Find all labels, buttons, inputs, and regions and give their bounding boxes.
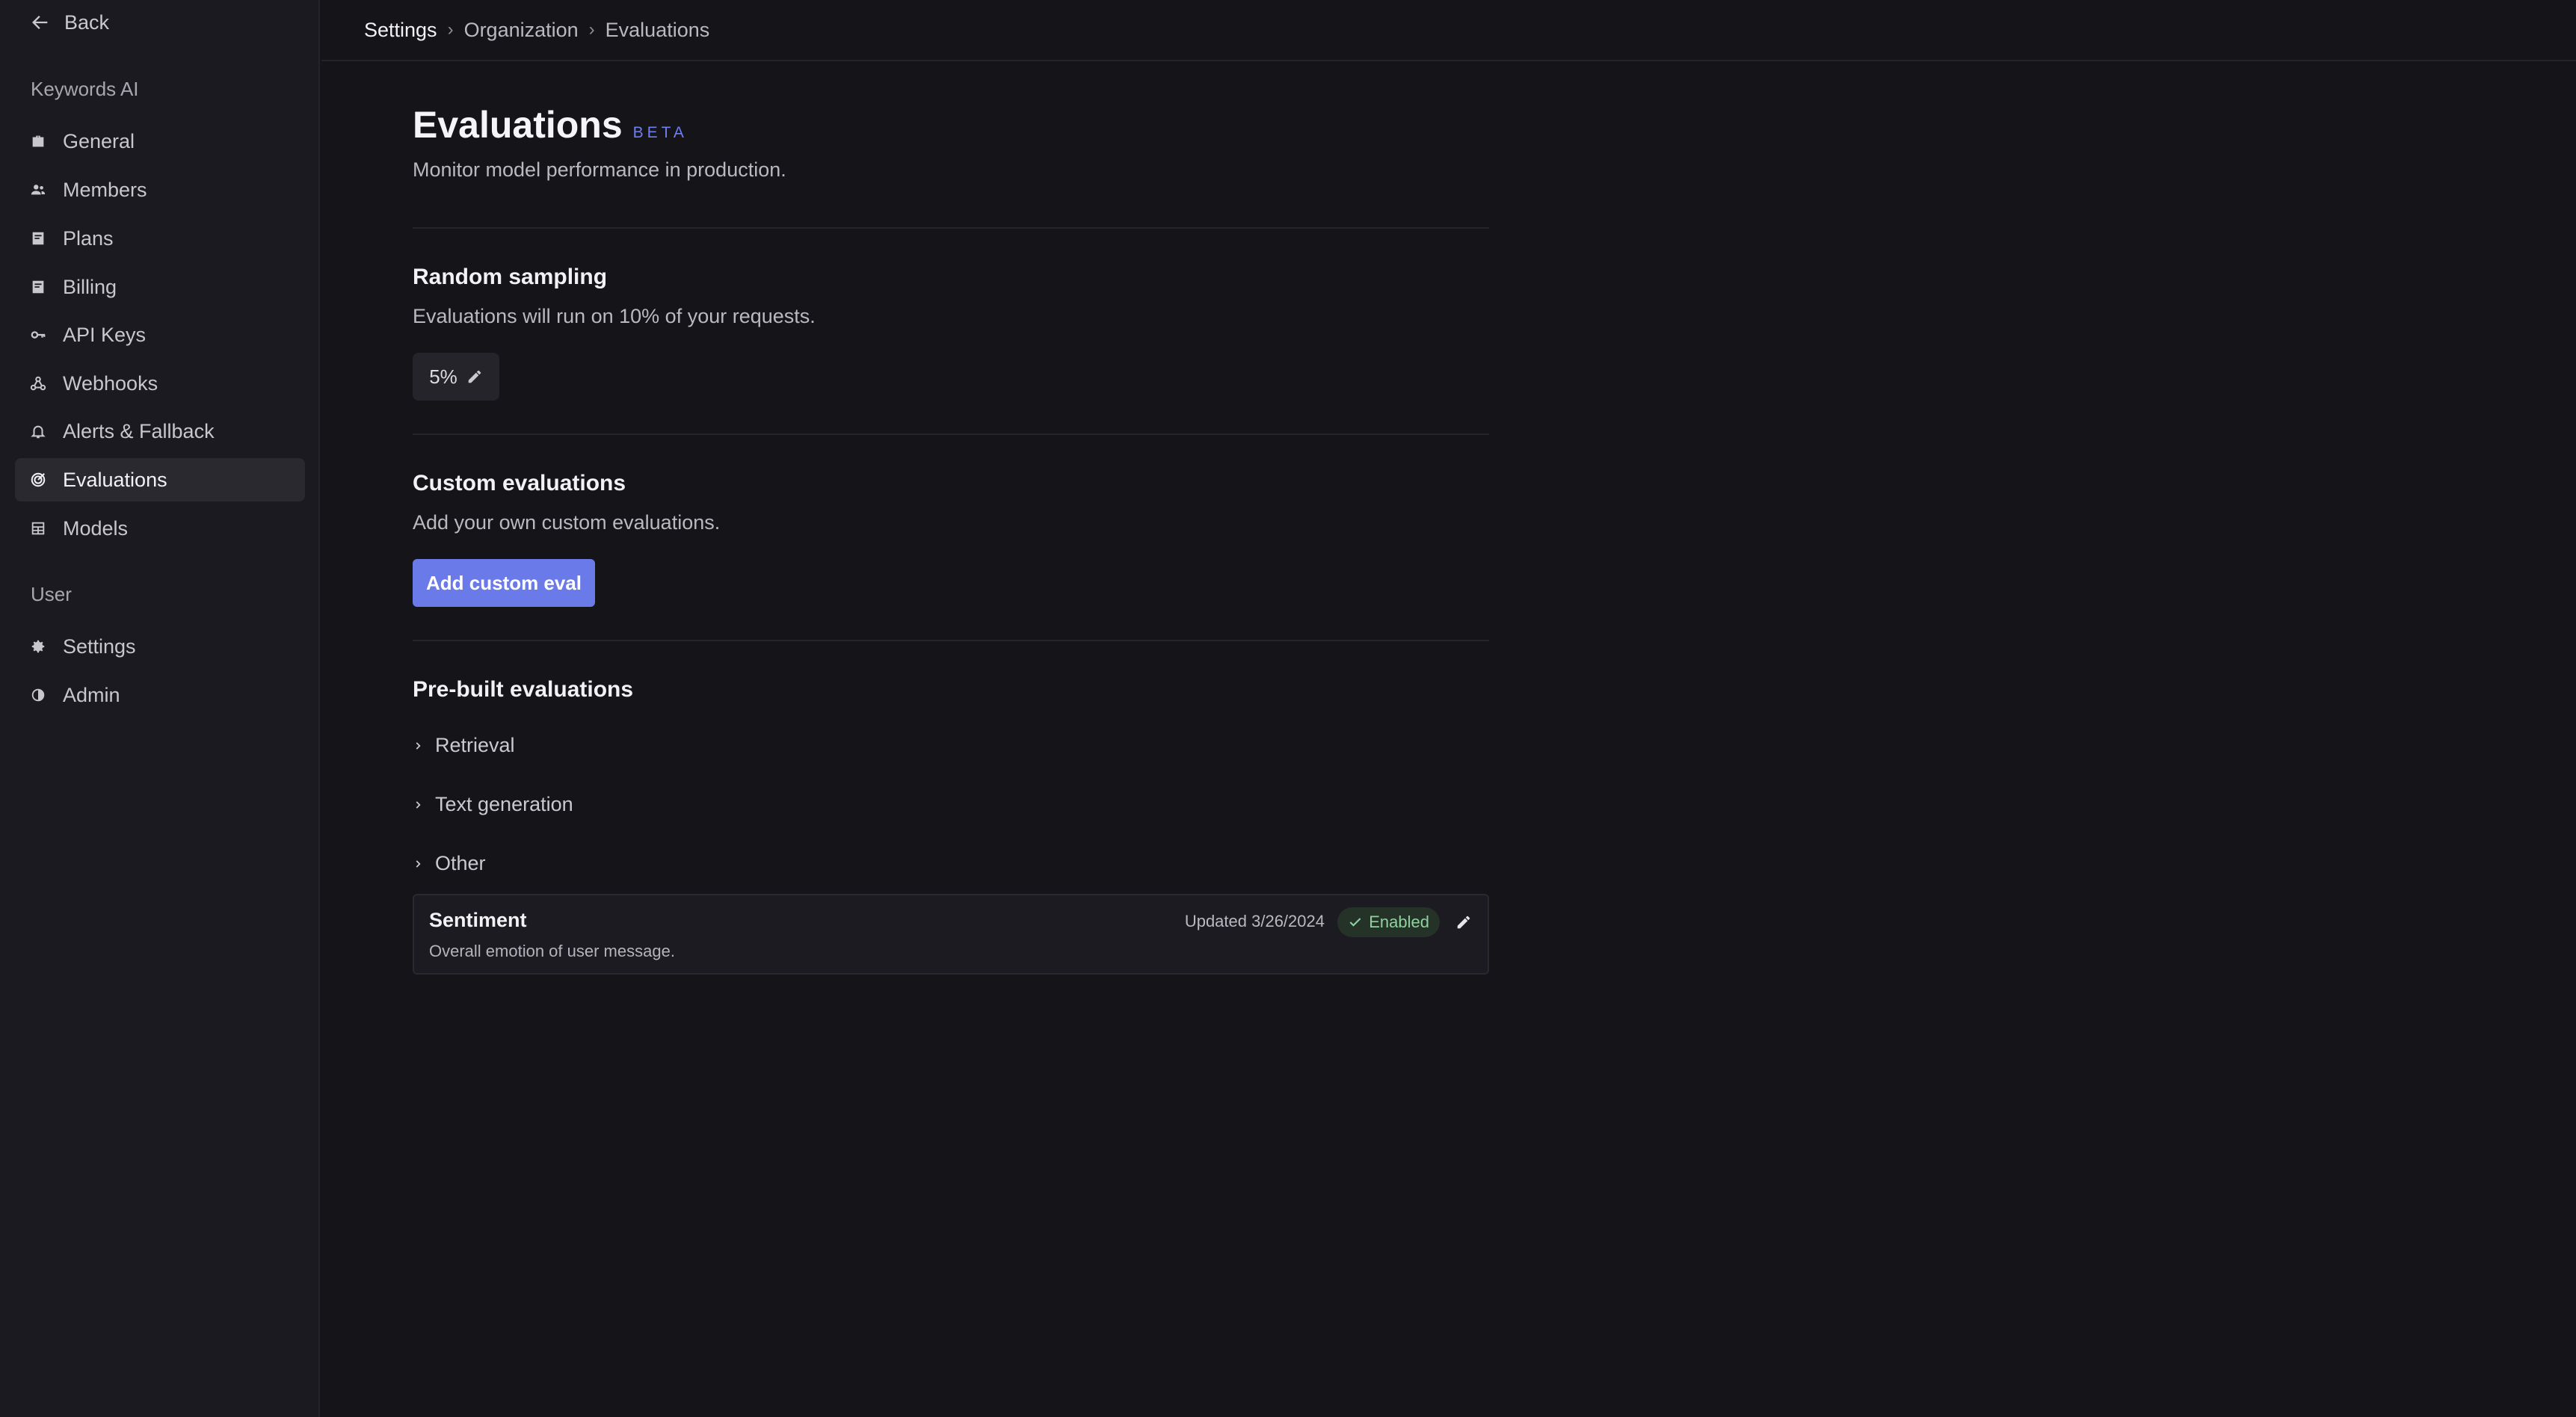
prebuilt-evaluations-title: Pre-built evaluations: [413, 677, 634, 702]
sidebar: Back Keywords AI General Members Plans B…: [0, 0, 320, 1417]
custom-evaluations-title: Custom evaluations: [413, 471, 626, 496]
group-label: Other: [435, 852, 486, 874]
people-icon: [30, 182, 46, 198]
back-label: Back: [64, 10, 110, 34]
bell-icon: [30, 423, 46, 439]
breadcrumb-evaluations[interactable]: Evaluations: [606, 19, 710, 42]
page-title-row: Evaluations BETA: [413, 103, 688, 146]
beta-badge: BETA: [632, 124, 688, 141]
pencil-icon: [468, 370, 481, 383]
sidebar-item-label: Webhooks: [63, 371, 158, 395]
breadcrumb-organization[interactable]: Organization: [464, 19, 579, 42]
page-title: Evaluations: [413, 104, 623, 146]
sidebar-item-label: Evaluations: [63, 468, 167, 491]
org-section-title: Keywords AI: [31, 78, 139, 100]
sidebar-item-api-keys[interactable]: API Keys: [15, 313, 305, 356]
pencil-icon: [1457, 916, 1470, 929]
chevron-right-icon: ›: [447, 19, 454, 40]
edit-evaluation-button[interactable]: [1452, 910, 1476, 934]
divider: [413, 227, 1489, 229]
chevron-right-icon: [416, 741, 421, 750]
sidebar-item-label: General: [63, 129, 135, 152]
chevron-right-icon: [416, 800, 421, 809]
sidebar-item-label: Settings: [63, 635, 136, 658]
evaluation-description: Overall emotion of user message.: [429, 942, 675, 960]
chevron-right-icon: [416, 859, 421, 868]
custom-evaluations-description: Add your own custom evaluations.: [413, 511, 721, 534]
sidebar-item-label: API Keys: [63, 323, 147, 346]
breadcrumb: Settings › Organization › Evaluations: [321, 0, 2576, 61]
sidebar-item-members[interactable]: Members: [15, 168, 305, 212]
sidebar-item-label: Billing: [63, 275, 117, 298]
sidebar-item-label: Alerts & Fallback: [63, 419, 215, 442]
gear-icon: [30, 638, 46, 655]
sidebar-item-plans[interactable]: Plans: [15, 217, 305, 260]
evaluation-card-sentiment[interactable]: Sentiment Overall emotion of user messag…: [413, 894, 1489, 975]
divider: [413, 640, 1489, 641]
webhook-icon: [30, 375, 46, 392]
arrow-left-icon: [32, 16, 48, 29]
sampling-rate-value: 5%: [429, 365, 457, 388]
receipt-icon: [30, 279, 46, 295]
sidebar-item-webhooks[interactable]: Webhooks: [15, 362, 305, 405]
group-text-generation[interactable]: Text generation: [413, 793, 573, 816]
sidebar-item-models[interactable]: Models: [15, 507, 305, 550]
status-badge: Enabled: [1337, 907, 1440, 937]
half-circle-icon: [30, 687, 46, 703]
sidebar-item-alerts-fallback[interactable]: Alerts & Fallback: [15, 410, 305, 453]
app-root: Back Keywords AI General Members Plans B…: [0, 0, 2576, 1417]
sidebar-item-admin[interactable]: Admin: [15, 673, 305, 717]
table-icon: [30, 520, 46, 537]
sidebar-item-label: Members: [63, 178, 147, 201]
add-custom-eval-button[interactable]: Add custom eval: [413, 559, 595, 607]
sidebar-item-evaluations[interactable]: Evaluations: [15, 458, 305, 501]
sidebar-item-billing[interactable]: Billing: [15, 265, 305, 309]
key-icon: [30, 327, 46, 343]
sidebar-item-general[interactable]: General: [15, 120, 305, 163]
sidebar-item-label: Admin: [63, 683, 120, 706]
status-label: Enabled: [1369, 913, 1429, 931]
chevron-right-icon: ›: [588, 19, 595, 40]
evaluation-updated: Updated 3/26/2024: [1184, 912, 1325, 930]
sidebar-item-settings[interactable]: Settings: [15, 625, 305, 668]
back-button[interactable]: Back: [30, 7, 109, 37]
sampling-rate-button[interactable]: 5%: [413, 353, 499, 401]
user-section-title: User: [31, 583, 72, 605]
group-label: Retrieval: [435, 734, 515, 756]
random-sampling-description: Evaluations will run on 10% of your requ…: [413, 305, 816, 327]
divider: [413, 433, 1489, 435]
group-label: Text generation: [435, 793, 573, 815]
breadcrumb-settings[interactable]: Settings: [364, 19, 437, 42]
sidebar-item-label: Models: [63, 516, 129, 540]
evaluation-name: Sentiment: [429, 909, 527, 931]
random-sampling-title: Random sampling: [413, 265, 608, 289]
briefcase-icon: [30, 133, 46, 149]
check-icon: [1349, 918, 1361, 927]
group-retrieval[interactable]: Retrieval: [413, 734, 515, 757]
target-icon: [30, 472, 46, 488]
group-other[interactable]: Other: [413, 852, 486, 875]
receipt-icon: [30, 230, 46, 247]
page-subtitle: Monitor model performance in production.: [413, 158, 786, 181]
sidebar-item-label: Plans: [63, 226, 114, 250]
